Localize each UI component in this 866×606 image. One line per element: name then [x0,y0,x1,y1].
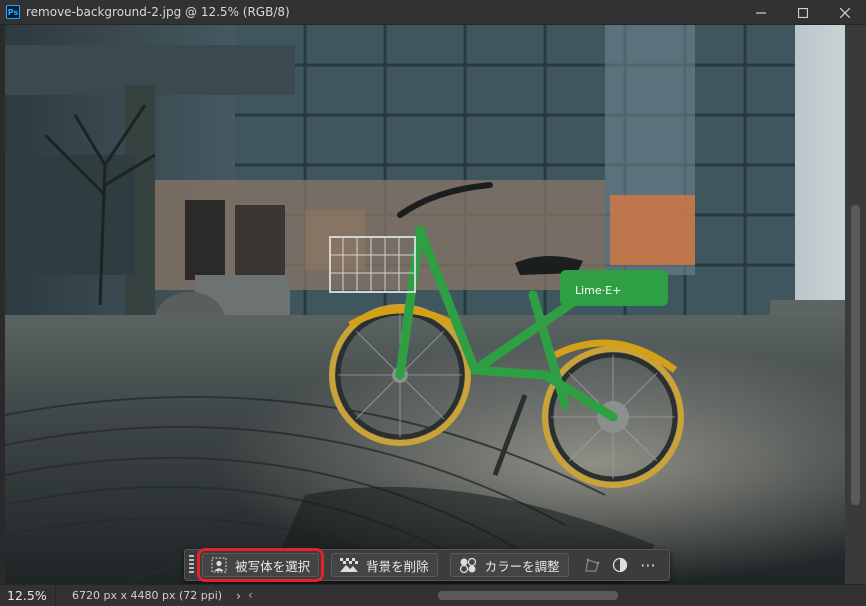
remove-background-button[interactable]: 背景を削除 [331,553,438,577]
horizontal-scroll-thumb[interactable] [438,591,618,600]
select-subject-icon [211,557,227,573]
photo-image: Lime·E+ [5,25,845,584]
maximize-button[interactable] [782,0,824,25]
bike-brand-text: Lime·E+ [575,284,621,297]
close-button[interactable] [824,0,866,25]
status-menu-arrow-icon[interactable]: › [236,589,241,603]
document-canvas[interactable]: Lime·E+ [0,25,866,584]
select-subject-label: 被写体を選択 [235,558,311,574]
drag-handle[interactable] [189,555,195,575]
select-subject-button[interactable]: 被写体を選択 [197,548,325,582]
contrast-button[interactable] [609,553,631,577]
scroll-left-icon[interactable]: ‹ [248,588,253,603]
remove-background-icon [340,558,359,572]
bicycle-photo-illustration: Lime·E+ [5,25,845,584]
shape-icon [584,558,600,572]
adjust-color-button[interactable]: カラーを調整 [449,553,569,577]
vertical-scroll-thumb[interactable] [851,205,860,505]
contrast-icon [612,557,627,573]
document-tab-title[interactable]: remove-background-2.jpg @ 12.5% (RGB/8) [26,5,290,19]
photoshop-logo-icon: Ps [6,5,20,19]
status-bar: 12.5% 6720 px x 4480 px (72 ppi) › ‹ [0,584,866,606]
close-icon [840,7,850,18]
minimize-icon [756,11,766,14]
remove-background-label: 背景を削除 [366,558,429,574]
window-controls [740,0,866,25]
more-options-button[interactable]: ··· [637,553,659,577]
horizontal-scrollbar[interactable]: ‹ [248,588,840,603]
document-info: 6720 px x 4480 px (72 ppi) [72,589,223,602]
shape-tool-button[interactable] [581,553,603,577]
minimize-button[interactable] [740,0,782,25]
adjust-color-label: カラーを調整 [484,558,560,574]
title-bar: Ps remove-background-2.jpg @ 12.5% (RGB/… [0,0,866,25]
more-icon: ··· [640,555,656,575]
vertical-scrollbar[interactable] [845,25,866,584]
zoom-level-field[interactable]: 12.5% [0,584,56,606]
maximize-icon [798,7,808,18]
adjust-color-icon [459,557,477,573]
contextual-task-bar: 被写体を選択 背景を削除 カラーを調整 ··· [184,548,670,582]
